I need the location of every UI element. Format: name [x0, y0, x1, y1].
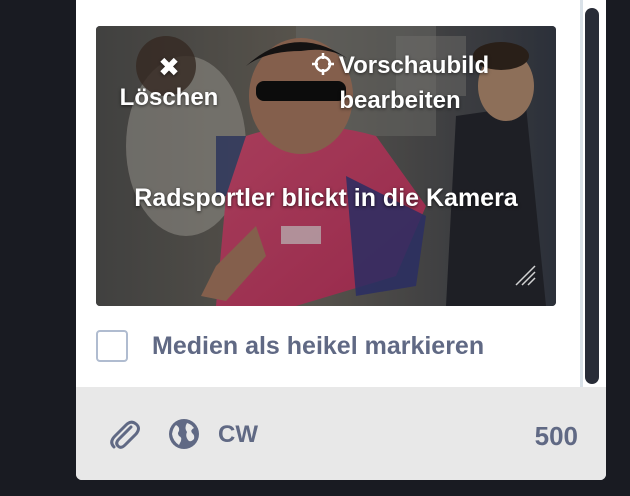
edit-label-line2: bearbeiten: [339, 87, 461, 114]
edit-thumbnail-button[interactable]: Vorschaubild bearbeiten: [300, 50, 500, 117]
resize-handle-icon[interactable]: [514, 264, 536, 286]
edit-label-line1: Vorschaubild: [338, 52, 490, 79]
delete-label: Löschen: [119, 84, 219, 111]
media-description: Radsportler blickt in die Kamera: [134, 184, 518, 212]
privacy-button[interactable]: [168, 418, 200, 455]
scrollbar[interactable]: [576, 0, 606, 387]
compose-toolbar: CW 500: [76, 387, 606, 480]
content-warning-button[interactable]: CW: [218, 421, 258, 449]
crosshairs-icon: [311, 52, 335, 85]
compose-form: ✖ Löschen Vorschaubild bearbeiten Radspo…: [76, 0, 606, 480]
sensitive-checkbox[interactable]: [96, 330, 128, 362]
attach-media-button[interactable]: [109, 418, 141, 457]
character-counter: 500: [534, 421, 578, 451]
scrollbar-track: [580, 0, 583, 387]
compose-scroll-area: ✖ Löschen Vorschaubild bearbeiten Radspo…: [76, 0, 606, 387]
close-icon: ✖: [158, 52, 180, 82]
scrollbar-thumb[interactable]: [585, 8, 599, 384]
media-attachment-preview[interactable]: ✖ Löschen Vorschaubild bearbeiten Radspo…: [96, 26, 556, 306]
globe-icon: [169, 419, 199, 449]
paperclip-icon: [110, 420, 140, 449]
sensitive-label[interactable]: Medien als heikel markieren: [152, 332, 484, 361]
mark-sensitive-row[interactable]: Medien als heikel markieren: [96, 328, 484, 364]
delete-attachment-button[interactable]: ✖ Löschen: [114, 52, 224, 114]
